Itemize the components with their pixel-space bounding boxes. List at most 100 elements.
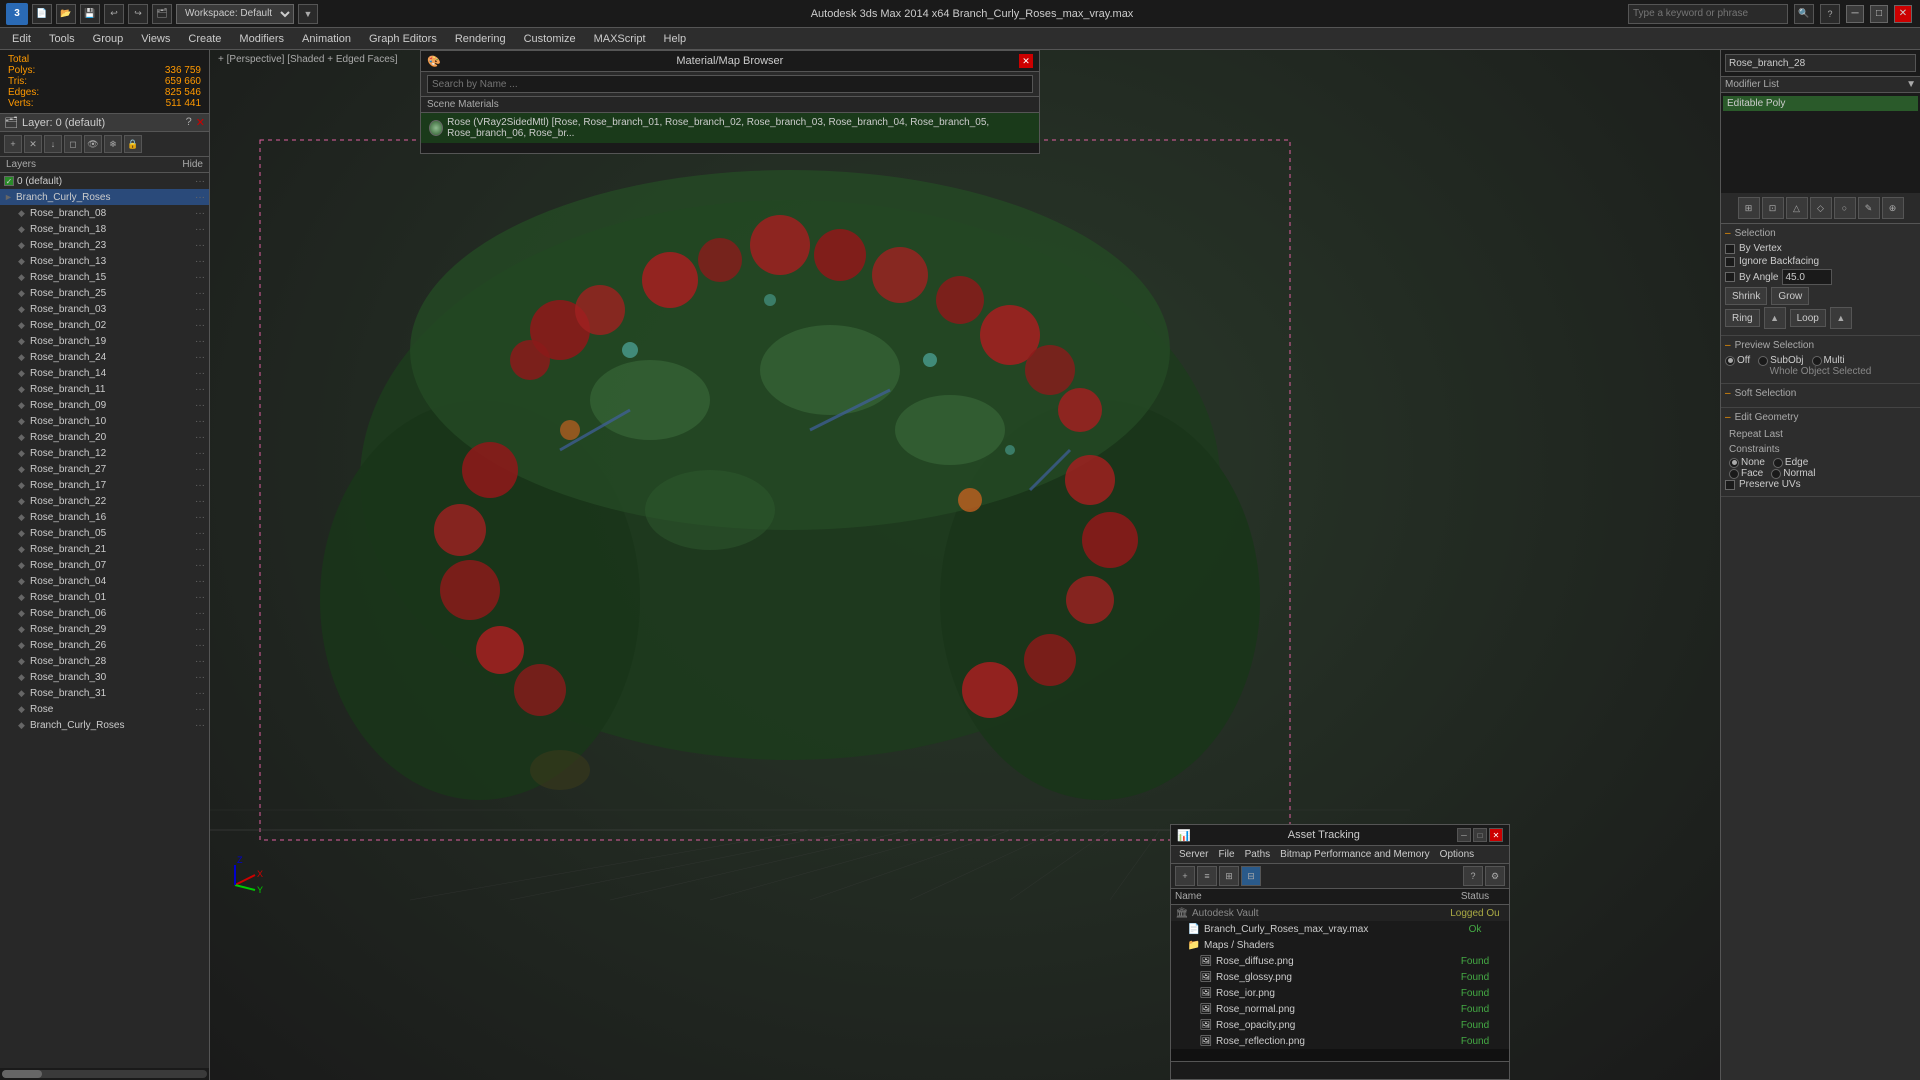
shrink-button[interactable]: Shrink <box>1725 287 1767 305</box>
menu-animation[interactable]: Animation <box>294 31 359 47</box>
new-btn[interactable]: 📄 <box>32 4 52 24</box>
at-list-item[interactable]: 🖼Rose_reflection.pngFound <box>1171 1033 1509 1049</box>
layer-item[interactable]: ◆Rose_branch_01··· <box>0 589 209 605</box>
right-tb-btn-1[interactable]: ⊞ <box>1738 197 1760 219</box>
constraint-face-radio[interactable] <box>1729 469 1739 479</box>
at-list-item[interactable]: 📁Maps / Shaders <box>1171 937 1509 953</box>
right-tb-btn-4[interactable]: ◇ <box>1810 197 1832 219</box>
at-close-btn[interactable]: ✕ <box>1489 828 1503 842</box>
layer-item[interactable]: ◆Rose_branch_30··· <box>0 669 209 685</box>
at-grid-btn[interactable]: ⊞ <box>1219 866 1239 886</box>
workspace-selector[interactable]: Workspace: Default <box>176 4 294 24</box>
layer-item[interactable]: ◆Rose_branch_28··· <box>0 653 209 669</box>
layer-item[interactable]: ◆Rose_branch_10··· <box>0 413 209 429</box>
constraint-face[interactable]: Face <box>1729 468 1763 479</box>
at-list-item[interactable]: 🏛Autodesk VaultLogged Ou <box>1171 905 1509 921</box>
constraint-edge[interactable]: Edge <box>1773 457 1808 468</box>
menu-create[interactable]: Create <box>180 31 229 47</box>
at-menu-options[interactable]: Options <box>1436 848 1478 861</box>
redo-btn[interactable]: ↪ <box>128 4 148 24</box>
object-name-input[interactable] <box>1725 54 1916 72</box>
mat-scrollbar[interactable] <box>421 143 1039 153</box>
layers-close-btn[interactable]: ✕ <box>196 116 205 129</box>
add-to-layer-btn[interactable]: ↓ <box>44 135 62 153</box>
layer-item[interactable]: ◆Rose_branch_15··· <box>0 269 209 285</box>
at-add-btn[interactable]: + <box>1175 866 1195 886</box>
at-list-btn[interactable]: ≡ <box>1197 866 1217 886</box>
layer-item[interactable]: ◆Rose_branch_04··· <box>0 573 209 589</box>
radio-off-button[interactable] <box>1725 356 1735 366</box>
h-scroll-thumb[interactable] <box>2 1070 42 1078</box>
select-layer-btn[interactable]: ◻ <box>64 135 82 153</box>
by-angle-checkbox[interactable] <box>1725 272 1735 282</box>
at-list-item[interactable]: 🖼Rose_diffuse.pngFound <box>1171 953 1509 969</box>
layer-item[interactable]: ◆Rose_branch_25··· <box>0 285 209 301</box>
ws-arrow[interactable]: ▼ <box>298 4 318 24</box>
layer-item[interactable]: ◆Rose_branch_07··· <box>0 557 209 573</box>
layers-scrollbar-horizontal[interactable] <box>0 1068 209 1080</box>
by-angle-input[interactable] <box>1782 269 1832 285</box>
repeat-last-link[interactable]: Repeat Last <box>1725 427 1916 442</box>
at-list-item[interactable]: 🖼Rose_normal.pngFound <box>1171 1001 1509 1017</box>
right-tb-btn-2[interactable]: ⊡ <box>1762 197 1784 219</box>
at-menu-bitmap[interactable]: Bitmap Performance and Memory <box>1276 848 1434 861</box>
constraint-none[interactable]: None <box>1729 457 1765 468</box>
right-tb-btn-3[interactable]: △ <box>1786 197 1808 219</box>
delete-layer-btn[interactable]: ✕ <box>24 135 42 153</box>
at-list-item[interactable]: 🖼Rose_ior.pngFound <box>1171 985 1509 1001</box>
grow-button[interactable]: Grow <box>1771 287 1809 305</box>
menu-customize[interactable]: Customize <box>516 31 584 47</box>
at-menu-paths[interactable]: Paths <box>1241 848 1275 861</box>
at-menu-file[interactable]: File <box>1214 848 1238 861</box>
maximize-btn[interactable]: □ <box>1870 5 1888 23</box>
at-minimize-btn[interactable]: ─ <box>1457 828 1471 842</box>
layer-item[interactable]: ◆Rose_branch_14··· <box>0 365 209 381</box>
soft-selection-title[interactable]: Soft Selection <box>1725 388 1916 399</box>
radio-subobj[interactable]: SubObj <box>1758 355 1803 366</box>
at-list-item[interactable]: 🖼Rose_opacity.pngFound <box>1171 1017 1509 1033</box>
radio-off[interactable]: Off <box>1725 355 1750 366</box>
at-help-btn[interactable]: ? <box>1463 866 1483 886</box>
radio-multi-button[interactable] <box>1812 356 1822 366</box>
at-list-item[interactable]: 🖼Rose_glossy.pngFound <box>1171 969 1509 985</box>
layer-item[interactable]: ◆Rose_branch_03··· <box>0 301 209 317</box>
menu-views[interactable]: Views <box>133 31 178 47</box>
save-btn[interactable]: 💾 <box>80 4 100 24</box>
right-tb-btn-6[interactable]: ✎ <box>1858 197 1880 219</box>
hide-layer-btn[interactable]: 👁 <box>84 135 102 153</box>
constraint-edge-radio[interactable] <box>1773 458 1783 468</box>
undo-btn[interactable]: ↩ <box>104 4 124 24</box>
editable-poly-modifier[interactable]: Editable Poly <box>1723 96 1918 111</box>
layers-list[interactable]: ✓0 (default)···►Branch_Curly_Roses···◆Ro… <box>0 173 209 1068</box>
layer-item[interactable]: ◆Rose_branch_19··· <box>0 333 209 349</box>
loop-button[interactable]: Loop <box>1790 309 1826 327</box>
layer-item[interactable]: ◆Rose_branch_02··· <box>0 317 209 333</box>
layer-item[interactable]: ◆Rose_branch_27··· <box>0 461 209 477</box>
layer-item[interactable]: ◆Rose_branch_18··· <box>0 221 209 237</box>
menu-edit[interactable]: Edit <box>4 31 39 47</box>
viewport-area[interactable]: + [Perspective] [Shaded + Edged Faces] <box>210 50 1720 1080</box>
right-tb-btn-7[interactable]: ⊕ <box>1882 197 1904 219</box>
radio-subobj-button[interactable] <box>1758 356 1768 366</box>
layer-item[interactable]: ◆Rose_branch_08··· <box>0 205 209 221</box>
help-icon[interactable]: ? <box>1820 4 1840 24</box>
edit-geometry-title[interactable]: Edit Geometry <box>1725 412 1916 423</box>
mat-item[interactable]: Rose (VRay2SidedMtl) [Rose, Rose_branch_… <box>421 113 1039 143</box>
at-settings-btn[interactable]: ⚙ <box>1485 866 1505 886</box>
layer-item[interactable]: ◆Branch_Curly_Roses··· <box>0 717 209 733</box>
asset-btn[interactable]: 🗂 <box>152 4 172 24</box>
preserve-uvs-checkbox[interactable] <box>1725 480 1735 490</box>
search-icon[interactable]: 🔍 <box>1794 4 1814 24</box>
lock-layer-btn[interactable]: 🔒 <box>124 135 142 153</box>
menu-maxscript[interactable]: MAXScript <box>586 31 654 47</box>
layer-item[interactable]: ◆Rose_branch_06··· <box>0 605 209 621</box>
new-layer-btn[interactable]: + <box>4 135 22 153</box>
layer-item[interactable]: ◆Rose_branch_05··· <box>0 525 209 541</box>
menu-graph-editors[interactable]: Graph Editors <box>361 31 445 47</box>
layers-help-btn[interactable]: ? <box>186 116 192 129</box>
layer-item[interactable]: ◆Rose_branch_11··· <box>0 381 209 397</box>
ignore-backfacing-checkbox[interactable] <box>1725 257 1735 267</box>
constraint-none-radio[interactable] <box>1729 458 1739 468</box>
menu-help[interactable]: Help <box>656 31 695 47</box>
at-list-item[interactable]: 📄Branch_Curly_Roses_max_vray.maxOk <box>1171 921 1509 937</box>
